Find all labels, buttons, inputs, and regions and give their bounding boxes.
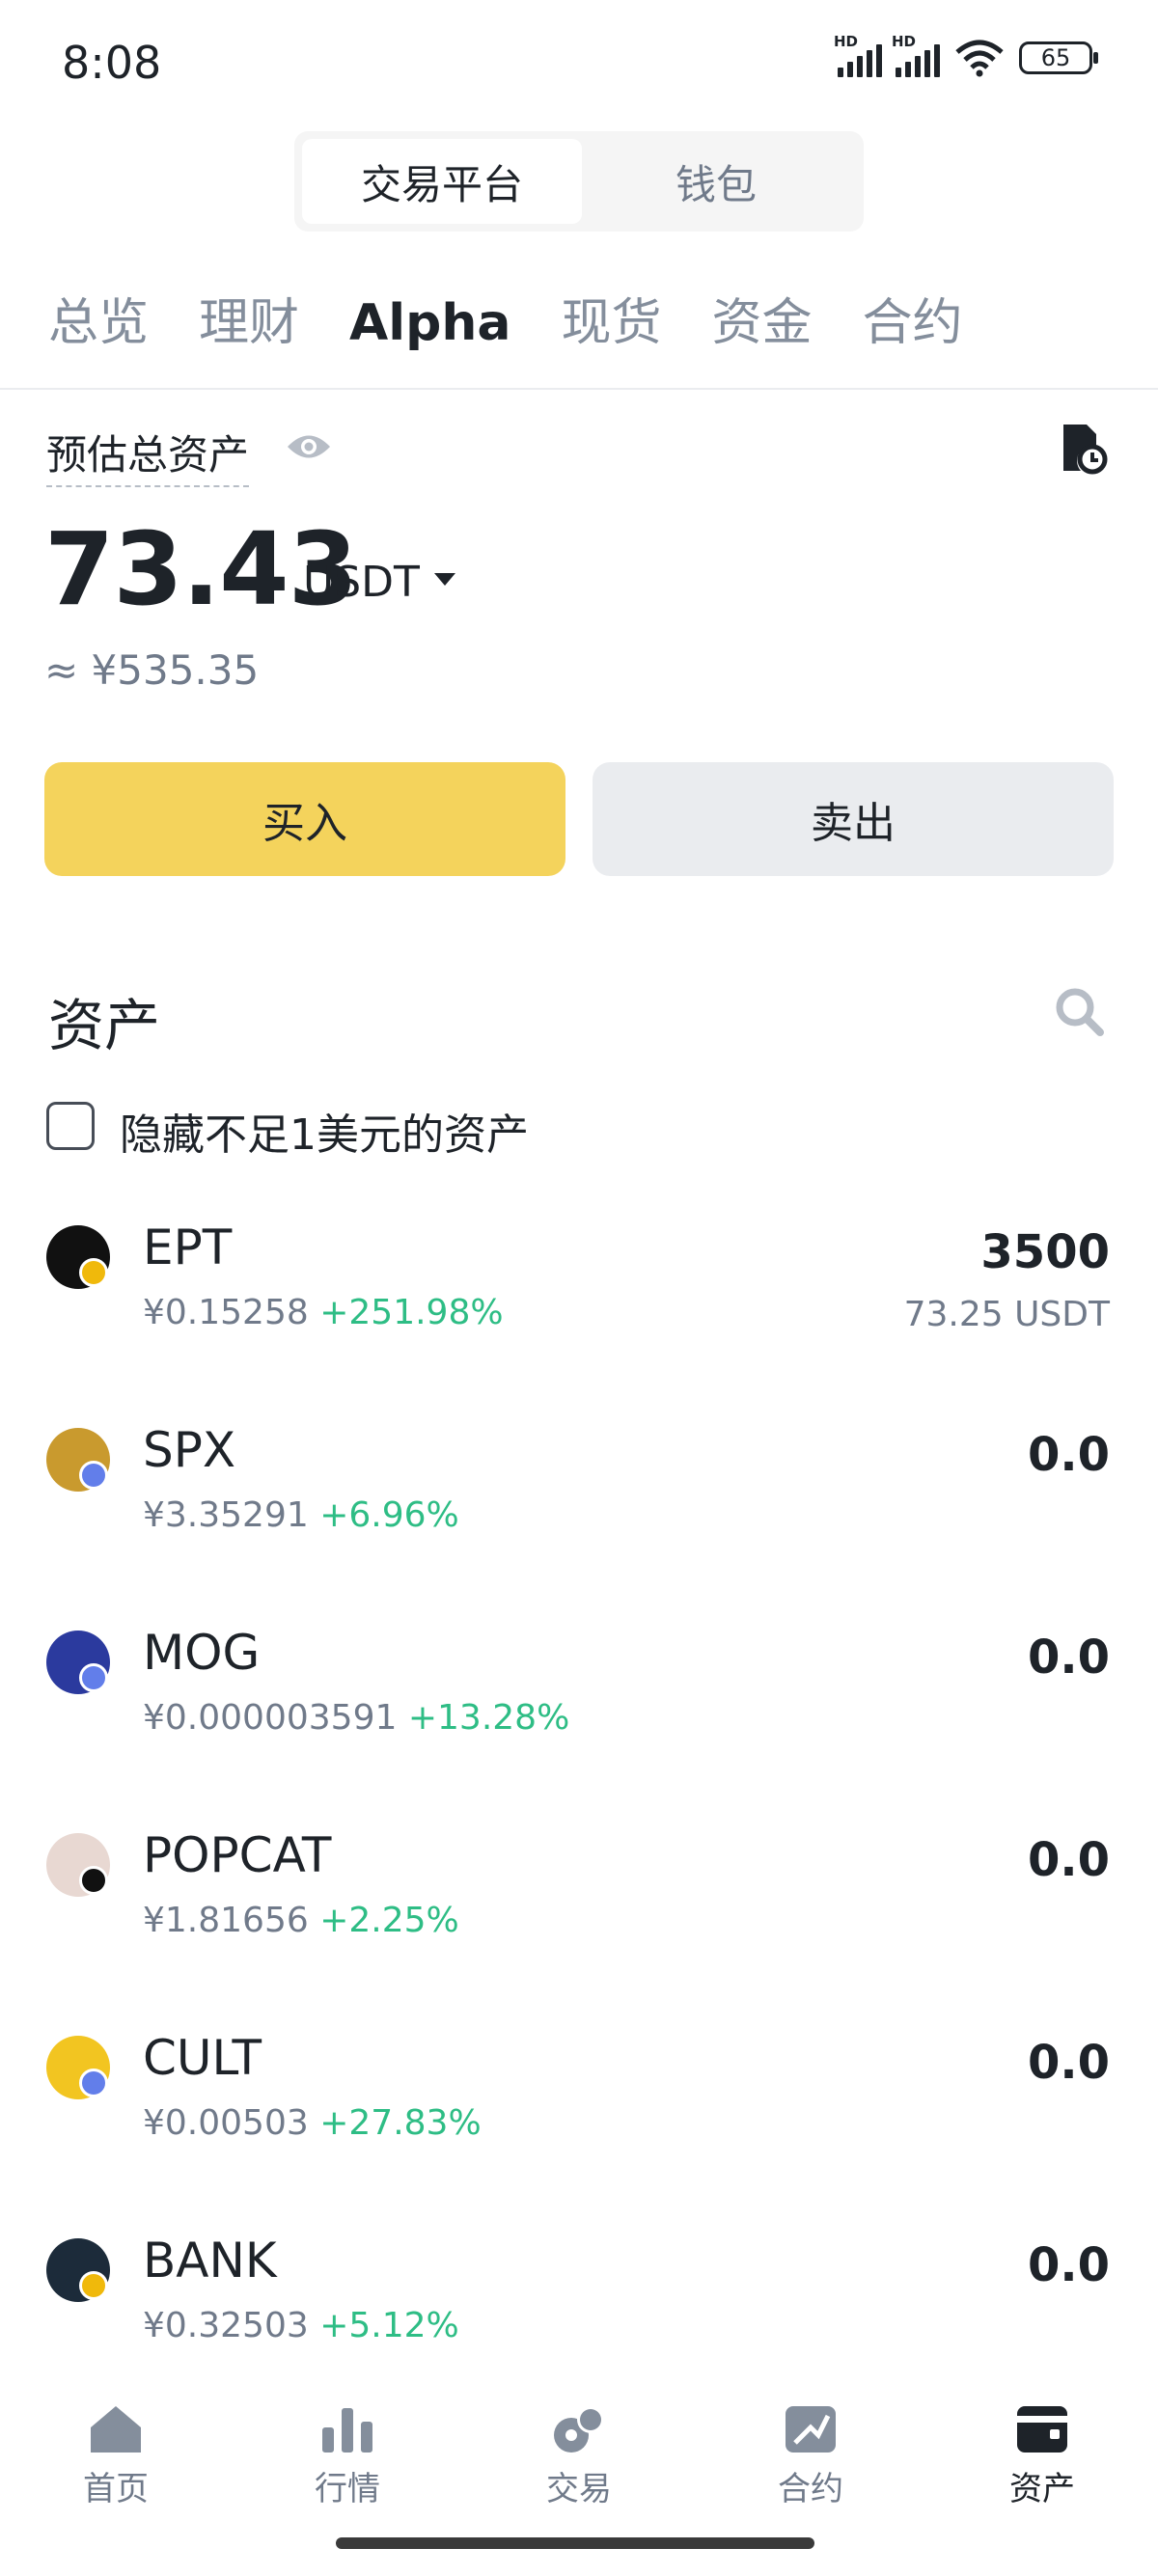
tabs-divider xyxy=(0,388,1158,390)
coin-quantity: 0.0 xyxy=(1027,1631,1110,1685)
coin-price: ¥1.81656 +2.25% xyxy=(143,1901,459,1940)
coin-price-value: ¥0.15258 xyxy=(143,1293,309,1332)
balance-unit[interactable]: USDT xyxy=(303,558,420,607)
asset-row[interactable]: MOG ¥0.000003591 +13.28% 0.0 xyxy=(0,1625,1158,1833)
coin-name: BANK xyxy=(143,2233,277,2288)
assets-title: 资产 xyxy=(48,993,161,1058)
coin-name: EPT xyxy=(143,1219,233,1275)
coin-price: ¥0.00503 +27.83% xyxy=(143,2103,482,2143)
coin-price: ¥0.15258 +251.98% xyxy=(143,1293,504,1332)
caret-down-icon[interactable] xyxy=(434,573,455,586)
coin-change: +13.28% xyxy=(407,1698,570,1738)
solana-icon xyxy=(79,1866,108,1895)
tab-spot[interactable]: 现货 xyxy=(561,289,661,357)
asset-row[interactable]: SPX ¥3.35291 +6.96% 0.0 xyxy=(0,1422,1158,1631)
nav-futures-label: 合约 xyxy=(778,2470,843,2508)
coin-price-value: ¥0.32503 xyxy=(143,2306,309,2345)
search-icon[interactable] xyxy=(1054,986,1106,1038)
cellular-signal-icon-2: HD xyxy=(892,33,940,77)
hd-label-2: HD xyxy=(892,33,917,50)
coin-quantity: 0.0 xyxy=(1027,1428,1110,1482)
coin-price: ¥0.32503 +5.12% xyxy=(143,2306,459,2345)
coin-change: +251.98% xyxy=(319,1293,504,1332)
tab-earn[interactable]: 理财 xyxy=(199,289,299,357)
asset-row[interactable]: EPT ¥0.15258 +251.98% 3500 73.25 USDT xyxy=(0,1219,1158,1428)
estimated-balance-label[interactable]: 预估总资产 xyxy=(46,423,250,487)
coin-change: +2.25% xyxy=(319,1901,459,1940)
coin-price-value: ¥1.81656 xyxy=(143,1901,309,1940)
nav-home-label: 首页 xyxy=(83,2470,149,2508)
home-icon xyxy=(91,2406,141,2453)
coin-change: +6.96% xyxy=(319,1495,459,1535)
tab-funding[interactable]: 资金 xyxy=(711,289,812,357)
wallet-icon xyxy=(1017,2406,1067,2453)
coin-price-value: ¥0.00503 xyxy=(143,2103,309,2143)
coin-change: +5.12% xyxy=(319,2306,459,2345)
nav-futures[interactable]: 合约 xyxy=(743,2402,878,2509)
segment-exchange[interactable]: 交易平台 xyxy=(302,139,582,224)
buy-button[interactable]: 买入 xyxy=(44,762,565,876)
nav-markets-label: 行情 xyxy=(315,2470,380,2508)
segment-wallet[interactable]: 钱包 xyxy=(576,139,856,224)
coin-price-value: ¥0.000003591 xyxy=(143,1698,398,1738)
nav-home[interactable]: 首页 xyxy=(48,2402,183,2509)
tab-futures[interactable]: 合约 xyxy=(862,289,962,357)
markets-icon xyxy=(322,2408,372,2453)
nav-trade-label: 交易 xyxy=(546,2470,612,2508)
hide-small-label[interactable]: 隐藏不足1美元的资产 xyxy=(120,1100,529,1162)
nav-assets[interactable]: 资产 xyxy=(975,2402,1110,2509)
home-indicator xyxy=(336,2537,814,2549)
coin-quantity: 3500 xyxy=(980,1225,1110,1279)
hide-small-checkbox[interactable] xyxy=(46,1102,95,1150)
bnb-chain-icon xyxy=(79,2271,108,2300)
coin-price: ¥0.000003591 +13.28% xyxy=(143,1698,569,1738)
wifi-icon xyxy=(955,40,1004,77)
battery-icon: 65 xyxy=(1019,41,1098,74)
trade-icon xyxy=(554,2406,604,2453)
ethereum-icon xyxy=(79,1461,108,1490)
tab-alpha[interactable]: Alpha xyxy=(349,289,510,357)
status-icons: HD HD 65 xyxy=(834,33,1098,77)
asset-row[interactable]: POPCAT ¥1.81656 +2.25% 0.0 xyxy=(0,1827,1158,2036)
cellular-signal-icon: HD xyxy=(834,33,882,77)
asset-row[interactable]: CULT ¥0.00503 +27.83% 0.0 xyxy=(0,2030,1158,2238)
ethereum-icon xyxy=(79,2069,108,2097)
coin-price-value: ¥3.35291 xyxy=(143,1495,309,1535)
coin-name: POPCAT xyxy=(143,1827,332,1883)
coin-price: ¥3.35291 +6.96% xyxy=(143,1495,459,1535)
balance-fiat: ≈ ¥535.35 xyxy=(44,646,260,694)
history-icon[interactable] xyxy=(1058,421,1108,475)
hd-label: HD xyxy=(834,33,859,50)
coin-quantity: 0.0 xyxy=(1027,2036,1110,2090)
coin-usdt-value: 73.25 USDT xyxy=(903,1295,1110,1334)
coin-quantity: 0.0 xyxy=(1027,1833,1110,1887)
account-tabs: 总览 理财 Alpha 现货 资金 合约 xyxy=(48,289,962,357)
coin-name: SPX xyxy=(143,1422,236,1478)
coin-quantity: 0.0 xyxy=(1027,2238,1110,2292)
ethereum-icon xyxy=(79,1663,108,1692)
tab-overview[interactable]: 总览 xyxy=(48,289,149,357)
eye-icon[interactable] xyxy=(286,430,332,463)
coin-change: +27.83% xyxy=(319,2103,482,2143)
nav-assets-label: 资产 xyxy=(1009,2470,1075,2508)
status-time: 8:08 xyxy=(62,37,162,89)
coin-name: MOG xyxy=(143,1625,261,1681)
nav-trade[interactable]: 交易 xyxy=(511,2402,647,2509)
sell-button[interactable]: 卖出 xyxy=(593,762,1114,876)
nav-markets[interactable]: 行情 xyxy=(280,2402,415,2509)
coin-name: CULT xyxy=(143,2030,262,2086)
futures-icon xyxy=(786,2406,836,2453)
platform-switch: 交易平台 钱包 xyxy=(294,131,864,232)
bnb-chain-icon xyxy=(79,1258,108,1287)
